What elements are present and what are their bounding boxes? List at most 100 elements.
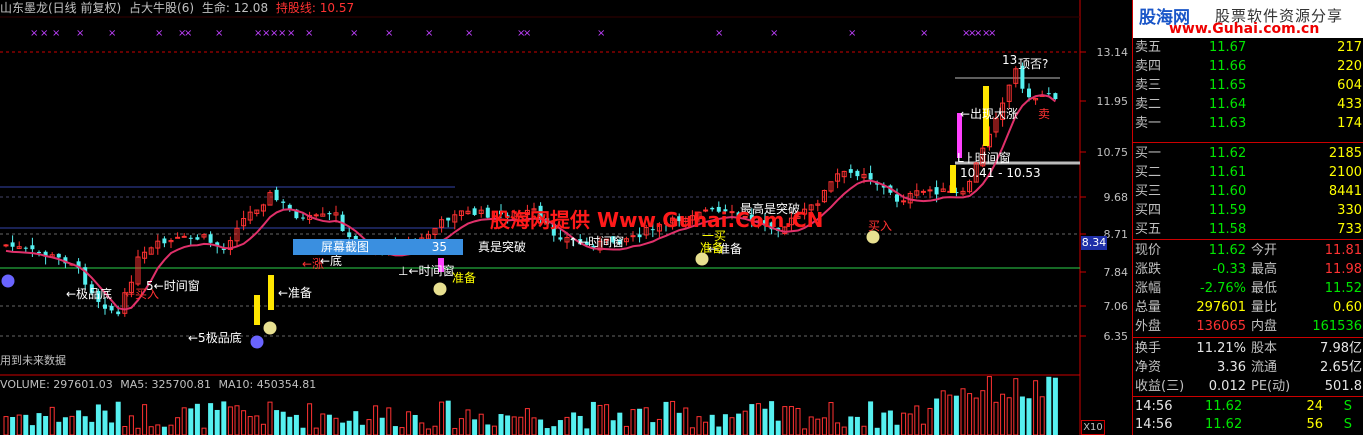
quote-value: 2.65亿 bbox=[1320, 360, 1362, 375]
volume-bar bbox=[432, 425, 438, 435]
book-price: 11.64 bbox=[1209, 97, 1247, 112]
signal-bar bbox=[268, 275, 274, 310]
chart-annotation: ←底 bbox=[320, 253, 342, 268]
volume-bar bbox=[696, 416, 702, 435]
quote-value: 136065 bbox=[1196, 319, 1246, 334]
volume-bar bbox=[300, 427, 306, 435]
volume-bar bbox=[597, 404, 603, 435]
volume-bar bbox=[333, 417, 339, 435]
smiley-icon bbox=[249, 334, 265, 350]
bid-row[interactable]: 买二 11.61 2100 bbox=[1133, 163, 1363, 182]
candle-body bbox=[162, 238, 167, 244]
candle-body bbox=[1053, 93, 1058, 100]
book-label: 买四 bbox=[1135, 203, 1162, 218]
volume-bar bbox=[650, 422, 656, 435]
volume-bar bbox=[887, 410, 893, 435]
kline-chart[interactable]: 13.14 11.95 10.75 9.68 8.71 7.84 7.06 6.35 × × × × ×… bbox=[0, 0, 1128, 435]
signal-marker: × bbox=[465, 28, 473, 39]
volume-bar bbox=[835, 422, 841, 435]
tick-volume: 24 bbox=[1306, 399, 1323, 414]
book-volume: 217 bbox=[1337, 40, 1362, 55]
signal-marker: × bbox=[988, 28, 996, 39]
quote-value: 11.62 bbox=[1208, 243, 1246, 258]
ask-row[interactable]: 卖三 11.65 604 bbox=[1133, 76, 1363, 95]
chart-annotation: 10.41 - 10.53 bbox=[960, 166, 1041, 180]
ask-row[interactable]: 卖二 11.64 433 bbox=[1133, 95, 1363, 114]
ask-row[interactable]: 卖五 11.67 217 bbox=[1133, 38, 1363, 57]
quote-label: 今开 bbox=[1251, 243, 1278, 258]
bid-row[interactable]: 买五 11.58 733 bbox=[1133, 220, 1363, 239]
volume-bar bbox=[861, 425, 867, 435]
volume-bar bbox=[3, 416, 9, 435]
volume-bar bbox=[742, 410, 748, 435]
signal-marker: × bbox=[597, 28, 605, 39]
volume-scale-button[interactable]: X10 bbox=[1081, 420, 1105, 435]
volume-bar bbox=[102, 410, 108, 435]
ask-row[interactable]: 卖一 11.63 174 bbox=[1133, 114, 1363, 133]
book-label: 买一 bbox=[1135, 146, 1162, 161]
stock-title[interactable]: 山东墨龙(日线 前复权) bbox=[0, 1, 121, 15]
volume-bar bbox=[95, 404, 101, 435]
candle-body bbox=[23, 247, 28, 249]
volume-bar bbox=[353, 411, 359, 435]
candle-body bbox=[188, 237, 193, 239]
indicator-name[interactable]: 占大牛股(6) bbox=[129, 1, 194, 15]
y-tick-label: 13.14 bbox=[1097, 46, 1129, 59]
smiley-icon bbox=[432, 281, 448, 297]
book-price: 11.67 bbox=[1209, 40, 1247, 55]
candle-body bbox=[3, 244, 9, 247]
bid-row[interactable]: 买一 11.62 2185 bbox=[1133, 144, 1363, 163]
volume-bar bbox=[1019, 396, 1025, 435]
volume-bar bbox=[643, 407, 649, 435]
quote-row: 换手 11.21% 股本 7.98亿 bbox=[1133, 339, 1363, 358]
quote-value: 3.36 bbox=[1217, 360, 1246, 375]
tick-time: 14:56 bbox=[1135, 417, 1173, 432]
volume-bar bbox=[478, 413, 484, 435]
signal-bar bbox=[254, 295, 260, 325]
quote-value: 501.8 bbox=[1324, 379, 1362, 394]
candle-body bbox=[868, 173, 873, 180]
volume-label: VOLUME: bbox=[0, 378, 50, 391]
divider bbox=[1133, 142, 1363, 143]
book-label: 买五 bbox=[1135, 222, 1162, 237]
volume-bar bbox=[1039, 396, 1045, 435]
screenshot-bar[interactable]: 屏幕截图 35 bbox=[293, 239, 463, 255]
volume-bar bbox=[1006, 397, 1012, 435]
book-volume: 2185 bbox=[1328, 146, 1362, 161]
book-price: 11.66 bbox=[1209, 59, 1247, 74]
candle-body bbox=[109, 305, 114, 311]
bid-row[interactable]: 买四 11.59 330 bbox=[1133, 201, 1363, 220]
volume-bar bbox=[267, 401, 273, 435]
volume-bar bbox=[142, 404, 148, 435]
volume-bar bbox=[986, 376, 992, 435]
volume-bar bbox=[676, 412, 682, 435]
volume-bar bbox=[940, 390, 946, 435]
volume-value: 297601.03 bbox=[53, 378, 113, 391]
volume-bar bbox=[749, 404, 755, 435]
volume-bar bbox=[452, 427, 458, 435]
volume-bar bbox=[960, 388, 966, 435]
signal-marker: × bbox=[287, 28, 295, 39]
ask-row[interactable]: 卖四 11.66 220 bbox=[1133, 57, 1363, 76]
chart-annotation: ←极品底 bbox=[66, 286, 112, 301]
life-label: 生命: bbox=[201, 1, 230, 15]
volume-bar bbox=[663, 401, 669, 435]
volume-bar bbox=[260, 423, 266, 435]
y-tick-label: 10.75 bbox=[1097, 146, 1129, 159]
chart-header: 山东墨龙(日线 前复权) 占大牛股(6) 生命: 12.08 持股线: 10.5… bbox=[0, 0, 358, 16]
logo-url: www.Guhai.com.cn bbox=[1169, 21, 1320, 37]
footer-note: 用到未来数据 bbox=[0, 354, 66, 367]
candle-body bbox=[1027, 88, 1031, 98]
volume-bar bbox=[874, 427, 880, 435]
book-label: 卖五 bbox=[1135, 40, 1162, 55]
volume-bar bbox=[881, 412, 887, 435]
volume-header: VOLUME: 297601.03 MA5: 325700.81 MA10: 4… bbox=[0, 378, 316, 392]
book-price: 11.62 bbox=[1209, 146, 1247, 161]
volume-bar bbox=[531, 417, 537, 435]
smiley-icon bbox=[262, 320, 278, 336]
ma5-value: 325700.81 bbox=[151, 378, 212, 391]
tick-side: S bbox=[1343, 399, 1352, 414]
bid-row[interactable]: 买三 11.60 8441 bbox=[1133, 182, 1363, 201]
ma-line bbox=[5, 93, 1057, 311]
volume-bar bbox=[821, 417, 827, 435]
